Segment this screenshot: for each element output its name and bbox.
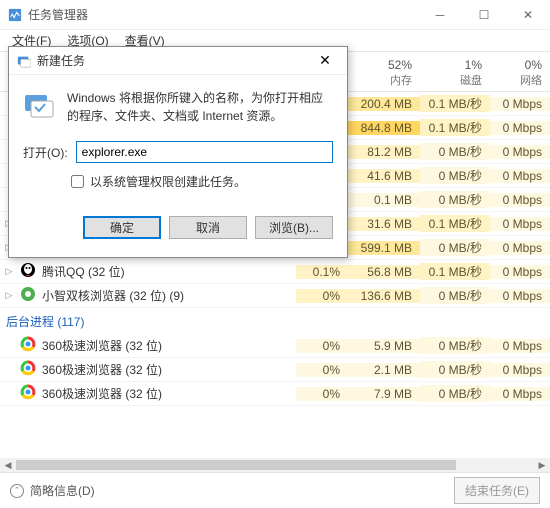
close-button[interactable]: ✕ (506, 0, 550, 30)
memory-cell: 200.4 MB (348, 97, 420, 111)
run-dialog: 新建任务 ✕ Windows 将根据你所键入的名称，为你打开相应的程序、文件夹、… (8, 46, 348, 258)
process-row[interactable]: ▷ 腾讯QQ (32 位) 0.1%56.8 MB0.1 MB/秒0 Mbps (0, 260, 550, 284)
memory-cell: 5.9 MB (348, 339, 420, 353)
network-cell: 0 Mbps (490, 145, 550, 159)
disk-cell: 0 MB/秒 (420, 167, 490, 184)
end-task-button[interactable]: 结束任务(E) (454, 477, 540, 504)
run-dialog-icon (17, 54, 31, 68)
process-icon (20, 262, 36, 281)
network-cell: 0 Mbps (490, 265, 550, 279)
chevron-up-icon[interactable]: ˆ (10, 484, 24, 498)
cpu-cell: 0% (296, 387, 348, 401)
browse-button[interactable]: 浏览(B)... (255, 216, 333, 239)
process-row[interactable]: 360极速浏览器 (32 位) 0%2.1 MB0 MB/秒0 Mbps (0, 358, 550, 382)
disk-cell: 0 MB/秒 (420, 191, 490, 208)
memory-cell: 599.1 MB (348, 241, 420, 255)
network-cell: 0 Mbps (490, 387, 550, 401)
disk-cell: 0 MB/秒 (420, 361, 490, 378)
horizontal-scrollbar[interactable]: ◀▶ (0, 458, 550, 472)
memory-cell: 0.1 MB (348, 193, 420, 207)
disk-cell: 0 MB/秒 (420, 337, 490, 354)
process-icon (20, 384, 36, 403)
open-input[interactable] (76, 141, 333, 163)
disk-cell: 0.1 MB/秒 (420, 119, 490, 136)
network-cell: 0 Mbps (490, 121, 550, 135)
disk-cell: 0.1 MB/秒 (420, 95, 490, 112)
memory-cell: 7.9 MB (348, 387, 420, 401)
process-icon (20, 286, 36, 305)
memory-cell: 31.6 MB (348, 217, 420, 231)
cpu-cell: 0% (296, 363, 348, 377)
network-cell: 0 Mbps (490, 193, 550, 207)
process-name: 小智双核浏览器 (32 位) (9) (42, 287, 184, 304)
process-name: 腾讯QQ (32 位) (42, 263, 125, 280)
dialog-message: Windows 将根据你所键入的名称，为你打开相应的程序、文件夹、文档或 Int… (67, 89, 333, 125)
admin-label: 以系统管理权限创建此任务。 (90, 173, 246, 190)
expand-icon[interactable]: ▷ (4, 290, 14, 301)
process-name: 360极速浏览器 (32 位) (42, 337, 162, 354)
cancel-button[interactable]: 取消 (169, 216, 247, 239)
task-manager-icon (8, 8, 22, 22)
fewer-details-link[interactable]: 简略信息(D) (30, 482, 95, 499)
network-cell: 0 Mbps (490, 339, 550, 353)
memory-cell: 2.1 MB (348, 363, 420, 377)
network-cell: 0 Mbps (490, 217, 550, 231)
memory-cell: 136.6 MB (348, 289, 420, 303)
dialog-title: 新建任务 (37, 52, 307, 69)
process-name: 360极速浏览器 (32 位) (42, 385, 162, 402)
header-memory[interactable]: 52%内存 (348, 56, 420, 91)
process-name: 360极速浏览器 (32 位) (42, 361, 162, 378)
header-disk[interactable]: 1%磁盘 (420, 56, 490, 91)
cpu-cell: 0% (296, 339, 348, 353)
dialog-close-button[interactable]: ✕ (307, 52, 343, 69)
process-row[interactable]: 360极速浏览器 (32 位) 0%5.9 MB0 MB/秒0 Mbps (0, 334, 550, 358)
memory-cell: 56.8 MB (348, 265, 420, 279)
process-row[interactable]: ▷ 小智双核浏览器 (32 位) (9) 0%136.6 MB0 MB/秒0 Mbp… (0, 284, 550, 308)
disk-cell: 0 MB/秒 (420, 287, 490, 304)
titlebar: 任务管理器 ─ ☐ ✕ (0, 0, 550, 30)
network-cell: 0 Mbps (490, 241, 550, 255)
memory-cell: 81.2 MB (348, 145, 420, 159)
run-icon (23, 89, 55, 121)
process-icon (20, 360, 36, 379)
minimize-button[interactable]: ─ (418, 0, 462, 30)
memory-cell: 844.8 MB (348, 121, 420, 135)
footer: ˆ 简略信息(D) 结束任务(E) (0, 472, 550, 508)
admin-checkbox[interactable] (71, 175, 84, 188)
open-label: 打开(O): (23, 144, 68, 161)
disk-cell: 0 MB/秒 (420, 239, 490, 256)
network-cell: 0 Mbps (490, 97, 550, 111)
expand-icon[interactable]: ▷ (4, 266, 14, 277)
network-cell: 0 Mbps (490, 169, 550, 183)
disk-cell: 0 MB/秒 (420, 385, 490, 402)
cpu-cell: 0.1% (296, 265, 348, 279)
window-title: 任务管理器 (28, 6, 418, 23)
network-cell: 0 Mbps (490, 363, 550, 377)
disk-cell: 0 MB/秒 (420, 143, 490, 160)
network-cell: 0 Mbps (490, 289, 550, 303)
process-row[interactable]: 360极速浏览器 (32 位) 0%7.9 MB0 MB/秒0 Mbps (0, 382, 550, 406)
ok-button[interactable]: 确定 (83, 216, 161, 239)
group-header-background[interactable]: 后台进程 (117) (0, 308, 550, 334)
cpu-cell: 0% (296, 289, 348, 303)
disk-cell: 0.1 MB/秒 (420, 215, 490, 232)
maximize-button[interactable]: ☐ (462, 0, 506, 30)
disk-cell: 0.1 MB/秒 (420, 263, 490, 280)
process-icon (20, 336, 36, 355)
header-network[interactable]: 0%网络 (490, 56, 550, 91)
memory-cell: 41.6 MB (348, 169, 420, 183)
